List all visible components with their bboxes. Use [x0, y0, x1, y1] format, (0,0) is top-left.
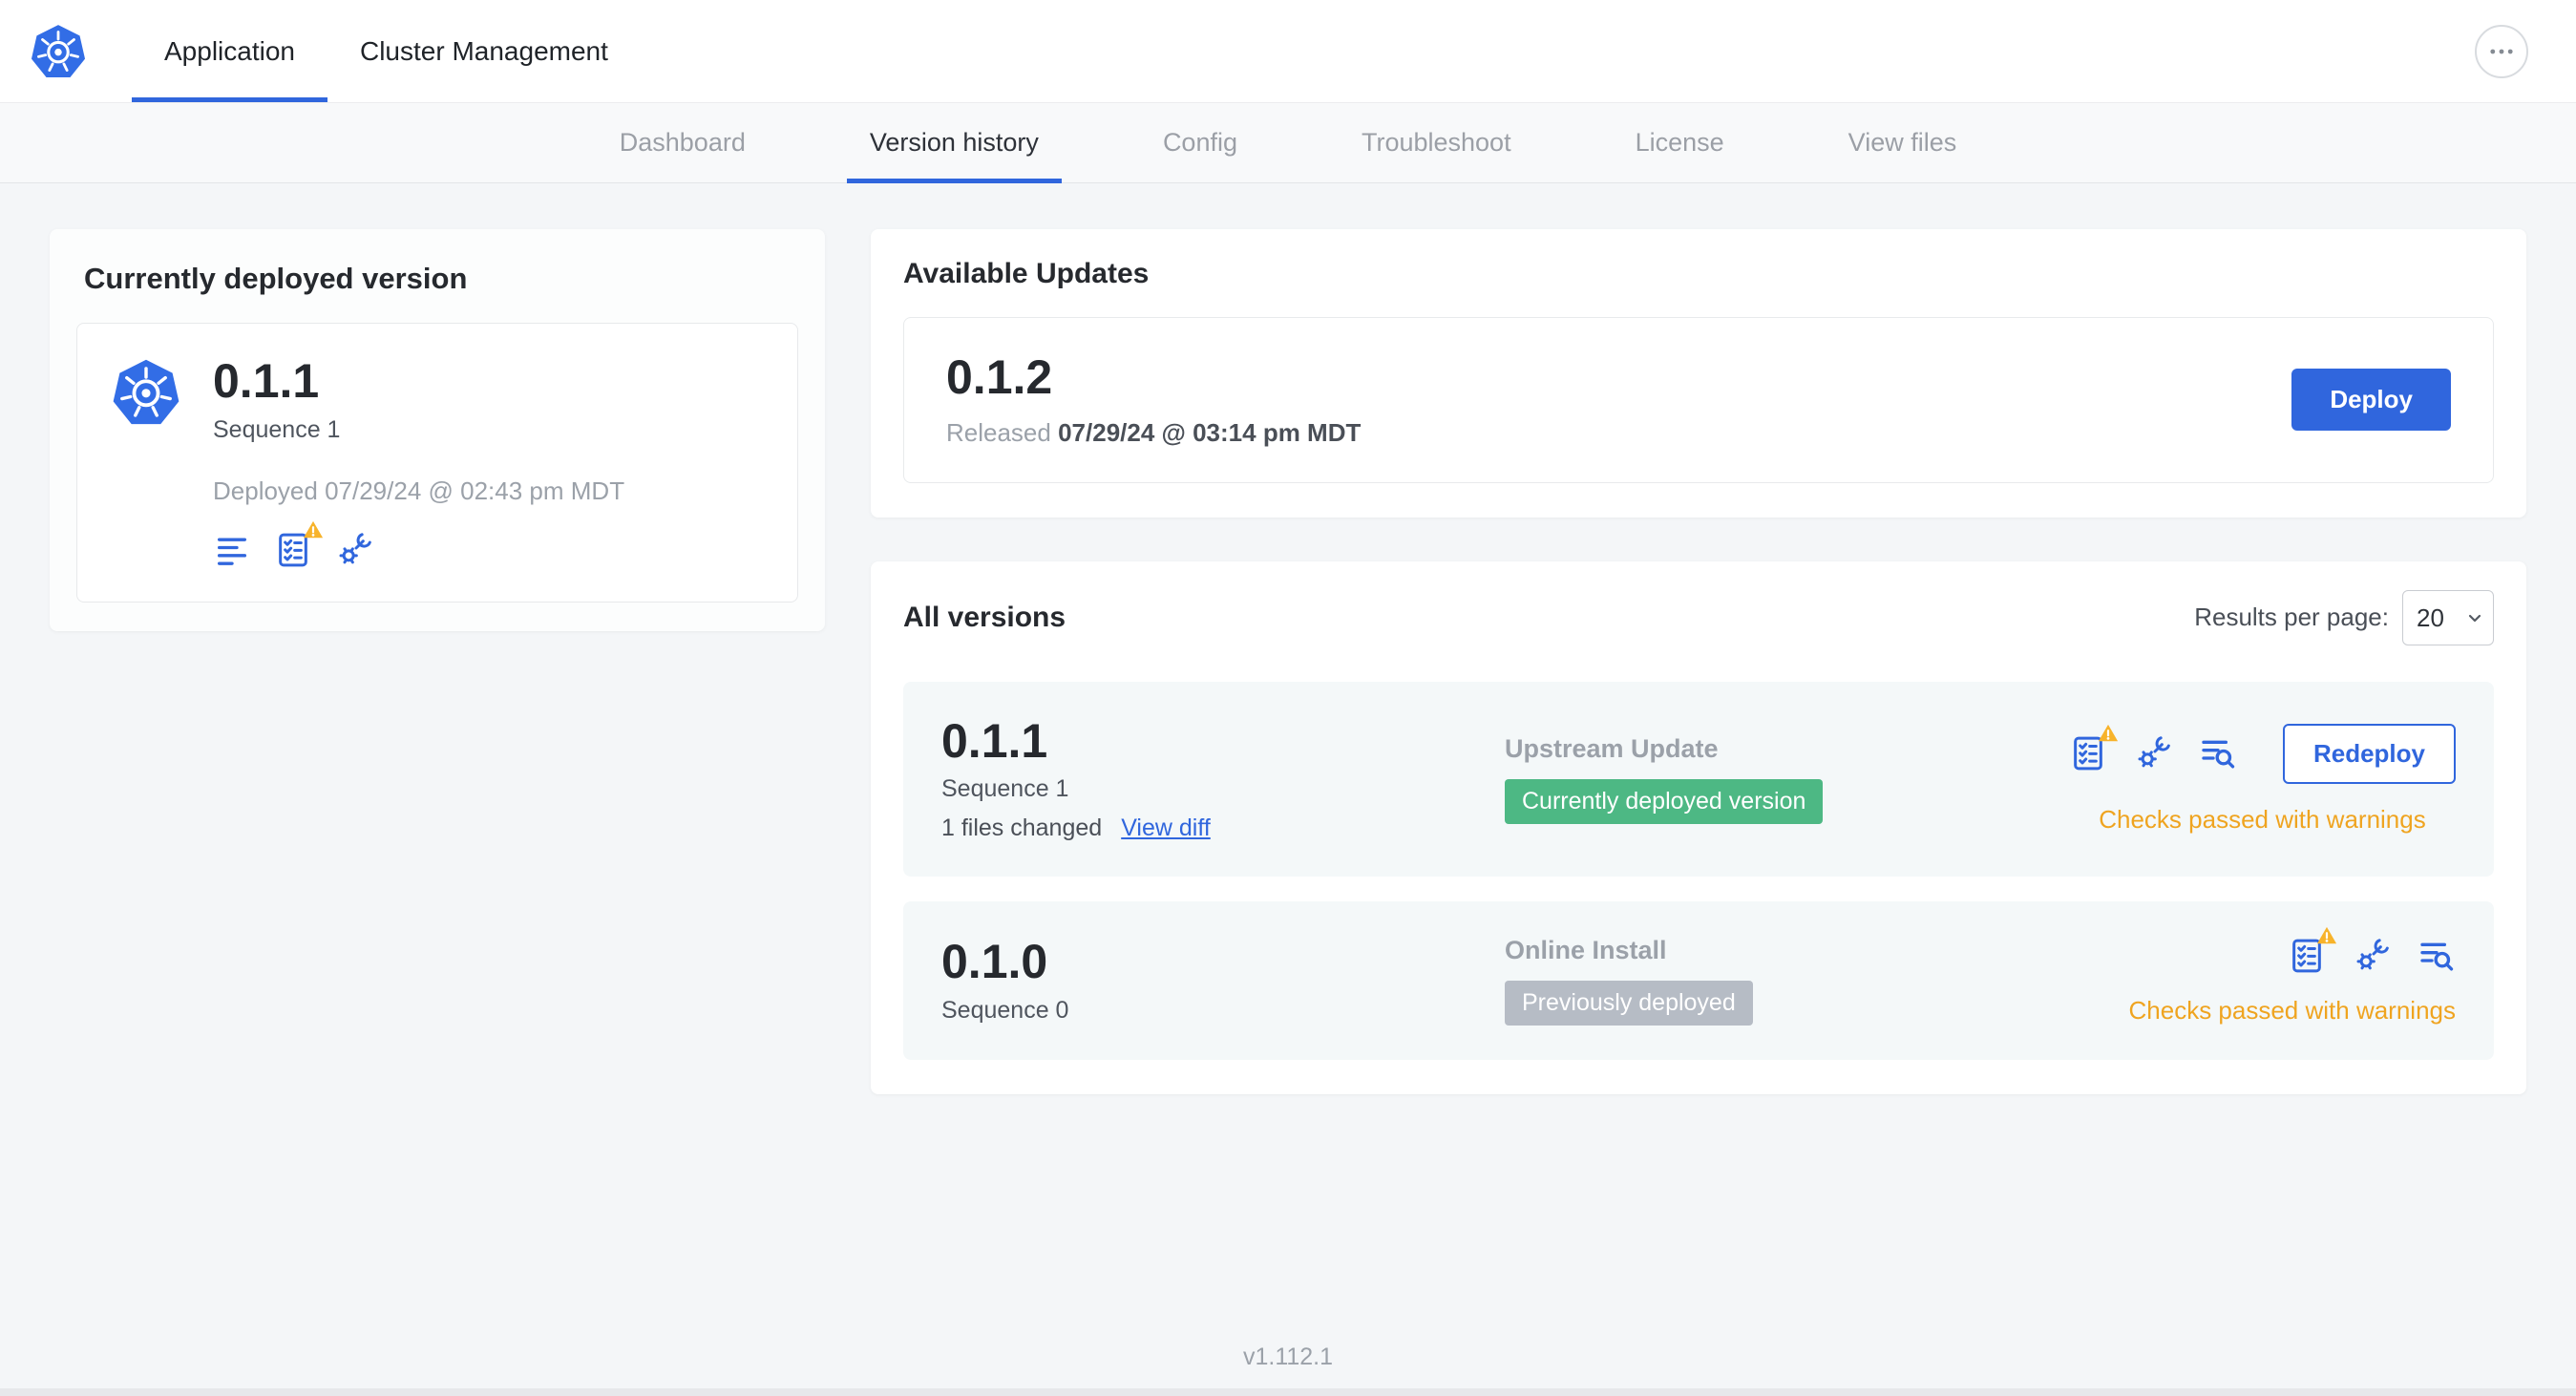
current-version-actions	[213, 531, 624, 569]
tab-version-history[interactable]: Version history	[846, 103, 1063, 183]
all-versions-header: All versions Results per page: 20	[903, 589, 2494, 645]
update-released-line: Released 07/29/24 @ 03:14 pm MDT	[946, 418, 1361, 448]
current-version-number: 0.1.1	[213, 354, 320, 408]
app-subnav: Dashboard Version history Config Trouble…	[0, 103, 2576, 183]
edit-config-icon[interactable]	[335, 531, 373, 569]
version-row-0-1-0: 0.1.0 Sequence 0 Online Install Previous…	[903, 901, 2494, 1060]
update-version-number: 0.1.2	[946, 350, 1053, 404]
redeploy-button[interactable]: Redeploy	[2282, 723, 2456, 784]
preflight-checks-button[interactable]	[2069, 734, 2107, 772]
checks-status-text: Checks passed with warnings	[2099, 804, 2426, 834]
more-options-button[interactable]	[2475, 24, 2528, 78]
current-version-detail: 0.1.1 Sequence 1 Deployed 07/29/24 @ 02:…	[76, 323, 798, 603]
tab-license[interactable]: License	[1613, 103, 1747, 182]
edit-config-icon[interactable]	[2134, 734, 2172, 772]
main-content: Currently deployed version 0.1.1 Sequenc…	[0, 183, 2576, 1094]
version-row-0-1-1: 0.1.1 Sequence 1 1 files changed View di…	[903, 681, 2494, 877]
tab-view-files[interactable]: View files	[1826, 103, 1980, 182]
page-bottom-edge	[0, 1388, 2576, 1396]
tab-config[interactable]: Config	[1140, 103, 1260, 182]
preflight-checks-icon	[2069, 734, 2107, 772]
deploy-button[interactable]: Deploy	[2291, 369, 2451, 432]
preflight-checks-icon	[2288, 937, 2326, 975]
preflight-checks-button[interactable]	[274, 531, 312, 569]
view-diff-link[interactable]: View diff	[1121, 814, 1211, 842]
version-row-info: 0.1.0 Sequence 0	[941, 937, 1505, 1025]
row-sequence: Sequence 1	[941, 775, 1069, 802]
tab-troubleshoot[interactable]: Troubleshoot	[1339, 103, 1534, 182]
tab-application-label: Application	[164, 35, 295, 66]
row-files-line: 1 files changed View diff	[941, 814, 1505, 842]
update-row: 0.1.2 Released 07/29/24 @ 03:14 pm MDT D…	[903, 317, 2494, 483]
current-version-deployed-at: Deployed 07/29/24 @ 02:43 pm MDT	[213, 476, 625, 505]
tab-version-history-label: Version history	[869, 128, 1039, 157]
all-versions-title: All versions	[903, 601, 1066, 633]
row-version-number: 0.1.1	[941, 713, 1048, 768]
version-row-source: Online Install Previously deployed	[1505, 936, 2129, 1026]
results-per-page-label: Results per page:	[2194, 603, 2389, 631]
right-column: Available Updates 0.1.2 Released 07/29/2…	[871, 229, 2526, 1094]
view-logs-icon[interactable]	[2199, 734, 2237, 772]
kubernetes-logo	[29, 22, 88, 81]
available-updates-card: Available Updates 0.1.2 Released 07/29/2…	[871, 229, 2526, 518]
results-per-page-select[interactable]: 20	[2402, 589, 2494, 645]
row-source-label: Upstream Update	[1505, 733, 1719, 763]
app-icon	[110, 356, 182, 429]
tab-config-label: Config	[1162, 128, 1237, 157]
checks-status-text: Checks passed with warnings	[2128, 995, 2457, 1025]
ellipsis-icon	[2485, 35, 2518, 68]
current-version-title: Currently deployed version	[84, 262, 468, 295]
all-versions-card: All versions Results per page: 20 0.1.1	[871, 561, 2526, 1094]
available-updates-title: Available Updates	[903, 258, 1150, 289]
tab-dashboard-label: Dashboard	[619, 128, 746, 157]
current-version-info: 0.1.1 Sequence 1 Deployed 07/29/24 @ 02:…	[213, 356, 624, 569]
tab-application[interactable]: Application	[132, 0, 327, 102]
tab-cluster-management-label: Cluster Management	[359, 35, 608, 66]
preflight-checks-icon	[274, 531, 312, 569]
row-source-label: Online Install	[1505, 936, 1667, 964]
current-version-sequence: Sequence 1	[213, 415, 341, 443]
released-label: Released	[946, 417, 1051, 447]
release-notes-icon[interactable]	[213, 531, 251, 569]
tab-license-label: License	[1635, 128, 1724, 157]
tab-view-files-label: View files	[1848, 128, 1957, 157]
top-header: Application Cluster Management	[0, 0, 2576, 103]
version-row-info: 0.1.1 Sequence 1 1 files changed View di…	[941, 713, 1505, 843]
version-rows: 0.1.1 Sequence 1 1 files changed View di…	[903, 681, 2494, 1060]
results-per-page: Results per page: 20	[2194, 589, 2494, 645]
tab-dashboard[interactable]: Dashboard	[597, 103, 769, 182]
current-version-column: Currently deployed version 0.1.1 Sequenc…	[50, 229, 825, 631]
version-row-actions: Redeploy Checks passed with warnings	[2069, 723, 2456, 835]
tab-troubleshoot-label: Troubleshoot	[1361, 128, 1511, 157]
tab-cluster-management[interactable]: Cluster Management	[327, 0, 641, 102]
console-version: v1.112.1	[1242, 1343, 1334, 1370]
row-action-icons: Redeploy	[2069, 723, 2456, 784]
version-row-actions: Checks passed with warnings	[2128, 937, 2457, 1026]
deployed-status-badge: Previously deployed	[1505, 981, 1753, 1026]
row-version-number: 0.1.0	[941, 935, 1048, 989]
row-action-icons	[2288, 937, 2456, 975]
results-per-page-select-wrap: 20	[2402, 589, 2494, 645]
top-nav: Application Cluster Management	[132, 0, 641, 102]
version-row-source: Upstream Update Currently deployed versi…	[1505, 734, 2069, 824]
files-changed-label: 1 files changed	[941, 814, 1103, 841]
current-version-card: Currently deployed version 0.1.1 Sequenc…	[50, 229, 825, 631]
deployed-status-badge: Currently deployed version	[1505, 778, 1824, 824]
update-info: 0.1.2 Released 07/29/24 @ 03:14 pm MDT	[946, 352, 1361, 448]
preflight-checks-button[interactable]	[2288, 937, 2326, 975]
edit-config-icon[interactable]	[2353, 937, 2391, 975]
row-sequence: Sequence 0	[941, 996, 1069, 1024]
view-logs-icon[interactable]	[2418, 937, 2456, 975]
released-date: 07/29/24 @ 03:14 pm MDT	[1058, 417, 1362, 447]
